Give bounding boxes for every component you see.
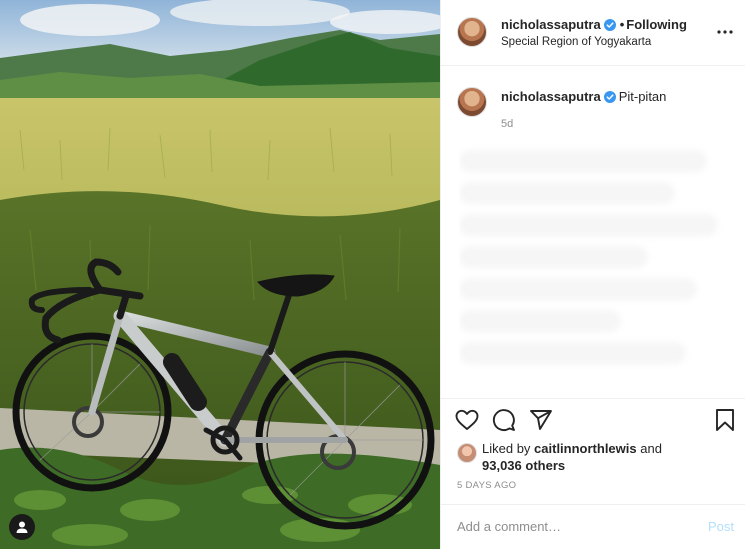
post-photo[interactable]: [0, 0, 440, 549]
share-button[interactable]: [529, 408, 553, 432]
post-location[interactable]: Special Region of Yogyakarta: [501, 36, 651, 48]
following-button[interactable]: Following: [626, 17, 687, 32]
post-side-panel: nicholassaputra • Following Special Region…: [440, 0, 745, 549]
post-header: nicholassaputra • Following Special Region…: [441, 0, 745, 66]
comment-button[interactable]: [492, 408, 516, 432]
action-bar: [441, 398, 745, 438]
tagged-user-button[interactable]: [9, 514, 35, 540]
bookmark-icon: [716, 409, 734, 431]
more-horizontal-icon: [717, 30, 733, 34]
caption-username[interactable]: nicholassaputra: [501, 89, 601, 104]
author-avatar[interactable]: [457, 17, 487, 47]
bicycle-rice-field-image: [0, 0, 440, 549]
liker-username[interactable]: caitlinnorthlewis: [534, 441, 637, 456]
post-timestamp[interactable]: 5 DAYS AGO: [457, 480, 516, 491]
likes-count[interactable]: 93,036 others: [482, 458, 565, 473]
caption: nicholassaputra Pit-pitan: [501, 89, 666, 106]
heart-icon: [455, 409, 479, 430]
like-button[interactable]: [455, 408, 479, 432]
caption-age: 5d: [501, 118, 514, 130]
separator-dot: •: [619, 17, 625, 32]
liker-avatar[interactable]: [457, 443, 477, 463]
user-tag-icon: [16, 521, 28, 533]
header-user-line: nicholassaputra • Following: [501, 17, 687, 34]
likes-joiner: and: [640, 441, 662, 456]
comment-input[interactable]: [457, 519, 677, 534]
save-button[interactable]: [713, 408, 737, 432]
blurred-comments: [459, 140, 729, 390]
caption-author-avatar[interactable]: [457, 87, 487, 117]
verified-badge-icon: [603, 91, 616, 106]
comment-form: Post: [441, 504, 745, 549]
verified-badge-icon: [603, 19, 616, 34]
more-options-button[interactable]: [714, 22, 736, 42]
likes-summary: Liked by caitlinnorthlewis and 93,036 ot…: [482, 440, 732, 474]
author-username[interactable]: nicholassaputra: [501, 17, 601, 32]
likes-prefix: Liked by: [482, 441, 531, 456]
paper-plane-icon: [530, 410, 552, 430]
post-comment-button[interactable]: Post: [708, 519, 734, 534]
caption-text: Pit-pitan: [618, 89, 667, 104]
comment-icon: [492, 409, 515, 431]
